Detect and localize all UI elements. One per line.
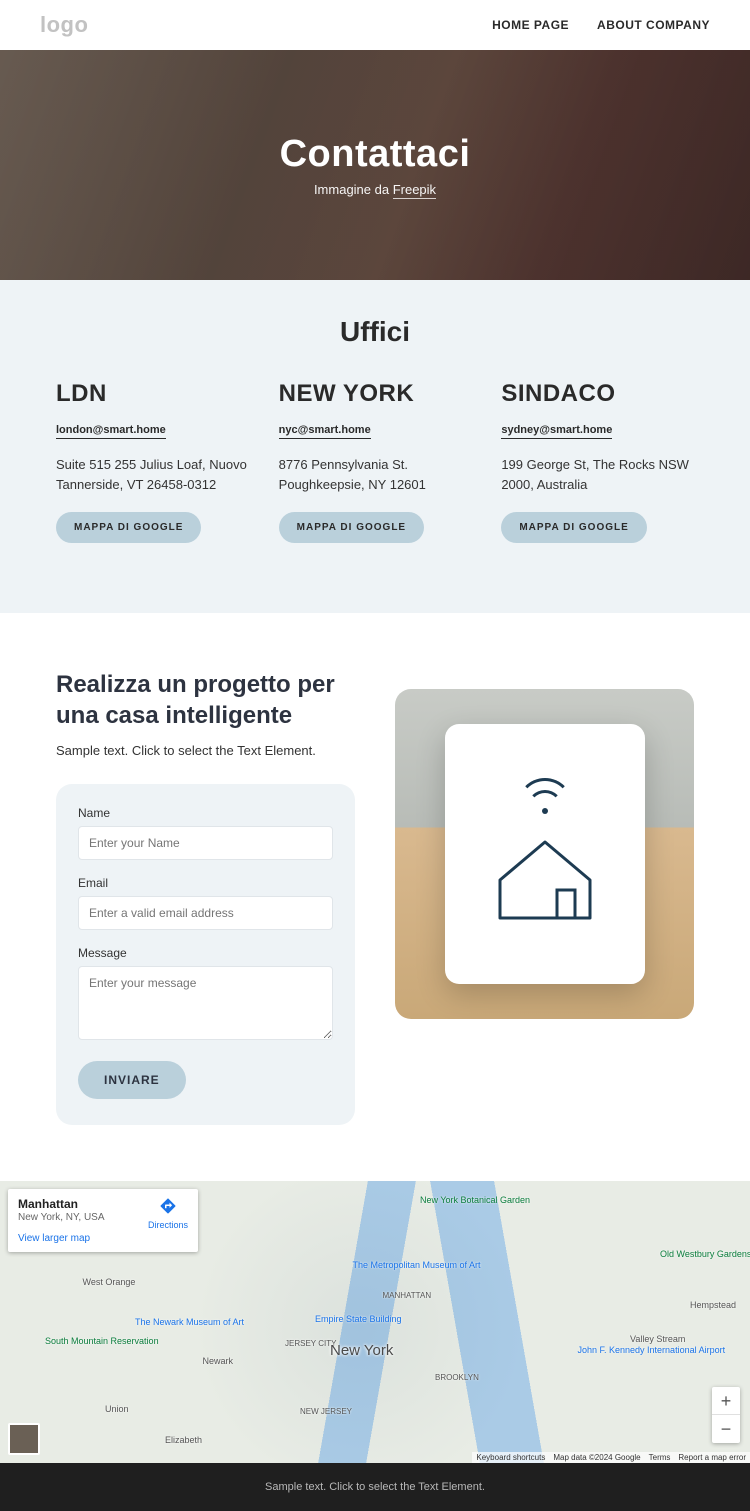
office-name: LDN bbox=[56, 380, 249, 408]
message-textarea[interactable] bbox=[78, 966, 333, 1040]
map-label-newarkmus: The Newark Museum of Art bbox=[135, 1317, 244, 1327]
office-address: 199 George St, The Rocks NSW 2000, Austr… bbox=[501, 455, 694, 494]
map-label-empire: Empire State Building bbox=[315, 1314, 402, 1324]
map-label-newark: Newark bbox=[203, 1356, 234, 1366]
nav-home[interactable]: HOME PAGE bbox=[492, 18, 569, 32]
footer-text: Sample text. Click to select the Text El… bbox=[265, 1481, 485, 1493]
map-label-southmtn: South Mountain Reservation bbox=[45, 1336, 159, 1346]
map-label-union: Union bbox=[105, 1404, 129, 1414]
logo[interactable]: logo bbox=[40, 12, 88, 38]
project-heading: Realizza un progetto per una casa intell… bbox=[56, 669, 355, 731]
submit-button[interactable]: INVIARE bbox=[78, 1061, 186, 1099]
office-newyork: NEW YORK nyc@smart.home 8776 Pennsylvani… bbox=[279, 380, 472, 543]
map-label-jerseycity: JERSEY CITY bbox=[285, 1339, 336, 1348]
name-input[interactable] bbox=[78, 826, 333, 860]
map-label-elizabeth: Elizabeth bbox=[165, 1435, 202, 1445]
map-label-brooklyn: BROOKLYN bbox=[435, 1373, 479, 1382]
map-shortcuts-link[interactable]: Keyboard shortcuts bbox=[476, 1453, 545, 1462]
google-map-button[interactable]: MAPPA DI GOOGLE bbox=[501, 512, 646, 543]
main-nav: HOME PAGE ABOUT COMPANY bbox=[492, 18, 710, 32]
office-email-link[interactable]: nyc@smart.home bbox=[279, 424, 371, 439]
office-address: Suite 515 255 Julius Loaf, Nuovo Tanners… bbox=[56, 455, 249, 494]
map-city-label: New York bbox=[330, 1342, 393, 1359]
site-header: logo HOME PAGE ABOUT COMPANY bbox=[0, 0, 750, 50]
map-label-westbury: Old Westbury Gardens bbox=[660, 1249, 750, 1259]
map-section[interactable]: Newark JERSEY CITY MANHATTAN BROOKLYN Em… bbox=[0, 1181, 750, 1463]
wifi-icon bbox=[515, 778, 575, 822]
map-label-manhattan: MANHATTAN bbox=[383, 1291, 432, 1300]
email-input[interactable] bbox=[78, 896, 333, 930]
office-address: 8776 Pennsylvania St. Poughkeepsie, NY 1… bbox=[279, 455, 472, 494]
project-left: Realizza un progetto per una casa intell… bbox=[56, 669, 355, 1125]
office-name: SINDACO bbox=[501, 380, 694, 408]
hero-caption-link[interactable]: Freepik bbox=[393, 182, 436, 199]
zoom-out-button[interactable]: − bbox=[712, 1415, 740, 1443]
hero-caption: Immagine da Freepik bbox=[314, 182, 436, 197]
map-label-newjersey: NEW JERSEY bbox=[300, 1407, 352, 1416]
map-label-valleystream: Valley Stream bbox=[630, 1334, 685, 1344]
house-icon bbox=[485, 830, 605, 930]
office-grid: LDN london@smart.home Suite 515 255 Juli… bbox=[56, 380, 694, 543]
office-sindaco: SINDACO sydney@smart.home 199 George St,… bbox=[501, 380, 694, 543]
office-name: NEW YORK bbox=[279, 380, 472, 408]
directions-button[interactable]: Directions bbox=[148, 1197, 188, 1230]
map-infobox: Manhattan New York, NY, USA View larger … bbox=[8, 1189, 198, 1252]
hero-section: Contattaci Immagine da Freepik bbox=[0, 50, 750, 280]
tablet-illustration bbox=[445, 724, 645, 984]
directions-icon bbox=[159, 1197, 177, 1215]
project-image bbox=[395, 689, 694, 1019]
hero-caption-prefix: Immagine da bbox=[314, 182, 393, 197]
hero-title: Contattaci bbox=[280, 133, 471, 176]
nav-about[interactable]: ABOUT COMPANY bbox=[597, 18, 710, 32]
map-terms-link[interactable]: Terms bbox=[649, 1453, 671, 1462]
map-label-metmuseum: The Metropolitan Museum of Art bbox=[353, 1260, 481, 1270]
map-zoom-controls: + − bbox=[712, 1387, 740, 1443]
office-email-link[interactable]: sydney@smart.home bbox=[501, 424, 612, 439]
message-label: Message bbox=[78, 946, 333, 960]
google-map-button[interactable]: MAPPA DI GOOGLE bbox=[279, 512, 424, 543]
offices-section: Uffici LDN london@smart.home Suite 515 2… bbox=[0, 280, 750, 613]
directions-label: Directions bbox=[148, 1220, 188, 1230]
project-subtext: Sample text. Click to select the Text El… bbox=[56, 743, 355, 758]
google-map-button[interactable]: MAPPA DI GOOGLE bbox=[56, 512, 201, 543]
map-label-westorange: West Orange bbox=[83, 1277, 136, 1287]
site-footer: Sample text. Click to select the Text El… bbox=[0, 1463, 750, 1511]
contact-form: Name Email Message INVIARE bbox=[56, 784, 355, 1125]
map-label-botanical: New York Botanical Garden bbox=[420, 1195, 530, 1205]
view-larger-map-link[interactable]: View larger map bbox=[18, 1233, 188, 1244]
office-ldn: LDN london@smart.home Suite 515 255 Juli… bbox=[56, 380, 249, 543]
zoom-in-button[interactable]: + bbox=[712, 1387, 740, 1415]
offices-heading: Uffici bbox=[56, 316, 694, 348]
map-report-link[interactable]: Report a map error bbox=[678, 1453, 746, 1462]
map-data-text: Map data ©2024 Google bbox=[553, 1453, 640, 1462]
map-label-hempstead: Hempstead bbox=[690, 1300, 736, 1310]
project-section: Realizza un progetto per una casa intell… bbox=[0, 613, 750, 1181]
email-label: Email bbox=[78, 876, 333, 890]
office-email-link[interactable]: london@smart.home bbox=[56, 424, 166, 439]
map-attribution: Keyboard shortcuts Map data ©2024 Google… bbox=[472, 1452, 750, 1463]
name-label: Name bbox=[78, 806, 333, 820]
map-label-jfk: John F. Kennedy International Airport bbox=[578, 1345, 726, 1355]
